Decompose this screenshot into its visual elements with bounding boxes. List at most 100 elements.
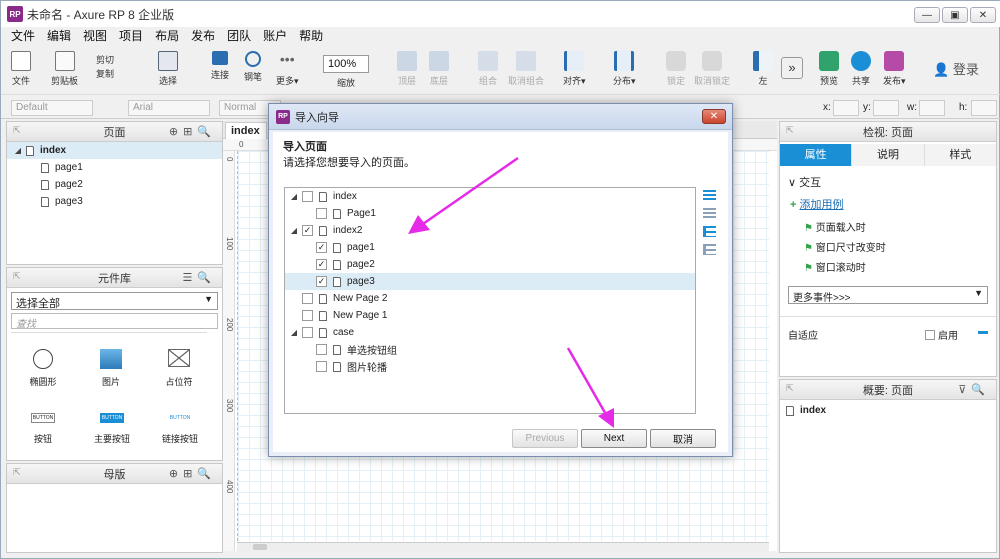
- copy-button[interactable]: 复制: [96, 67, 114, 80]
- tab-style[interactable]: 样式: [923, 144, 996, 166]
- import-checkbox[interactable]: [316, 344, 327, 355]
- import-row-index2-page2[interactable]: ✓ page2: [285, 256, 695, 273]
- close-window-button[interactable]: ✕: [970, 7, 996, 23]
- restore-button[interactable]: ▣: [942, 7, 968, 23]
- outline-actions[interactable]: ⊽🔍: [958, 383, 990, 396]
- import-checkbox[interactable]: [302, 191, 313, 202]
- more-tools-button[interactable]: ••• 更多▾: [276, 51, 299, 87]
- menu-edit[interactable]: 编辑: [47, 27, 71, 45]
- event-window-scroll[interactable]: ⚑ 窗口滚动时: [780, 254, 996, 274]
- menu-view[interactable]: 视图: [83, 27, 107, 45]
- widget-ellipse[interactable]: 椭圆形: [25, 349, 61, 388]
- lock-button[interactable]: 锁定: [666, 51, 686, 87]
- zoom-select[interactable]: 100% 缩放: [323, 55, 369, 89]
- w-field[interactable]: [919, 100, 945, 116]
- page-tree-item[interactable]: page1: [7, 159, 222, 176]
- menu-team[interactable]: 团队: [227, 27, 251, 45]
- widget-link-button[interactable]: BUTTON 链接按钮: [155, 413, 205, 445]
- page-tree-item[interactable]: page3: [7, 193, 222, 210]
- event-page-load[interactable]: ⚑ 页面载入时: [780, 212, 996, 234]
- unlock-button[interactable]: 取消锁定: [694, 51, 730, 87]
- widget-button[interactable]: BUTTON 按钮: [23, 413, 63, 445]
- menu-help[interactable]: 帮助: [299, 27, 323, 45]
- add-case-link[interactable]: + 添加用例: [780, 190, 996, 212]
- ungroup-button[interactable]: 取消组合: [508, 51, 544, 87]
- menu-file[interactable]: 文件: [11, 27, 35, 45]
- import-checkbox[interactable]: ✓: [302, 225, 313, 236]
- import-checkbox[interactable]: ✓: [316, 259, 327, 270]
- select-tool[interactable]: 选择: [158, 51, 178, 87]
- tab-notes[interactable]: 说明: [851, 144, 924, 166]
- import-row-index2-page1[interactable]: ✓ page1: [285, 239, 695, 256]
- import-row-index[interactable]: ◢ index: [285, 188, 695, 205]
- expand-arrow-icon[interactable]: ◢: [289, 192, 299, 201]
- more-events-select[interactable]: 更多事件>>> ▼: [788, 286, 988, 304]
- menu-project[interactable]: 项目: [119, 27, 143, 45]
- page-tree-root[interactable]: ◢ index: [7, 142, 222, 159]
- pen-tool[interactable]: 钢笔: [244, 51, 262, 83]
- widget-placeholder[interactable]: 占位符: [159, 349, 199, 388]
- import-checkbox[interactable]: ✓: [316, 276, 327, 287]
- preview-button[interactable]: 预览: [819, 51, 839, 87]
- import-checkbox[interactable]: ✓: [316, 242, 327, 253]
- left-pane-button[interactable]: 左: [753, 51, 773, 87]
- x-field[interactable]: [833, 100, 859, 116]
- pages-panel-actions[interactable]: ⊕⊞🔍: [169, 125, 216, 138]
- previous-button[interactable]: Previous: [512, 429, 578, 448]
- import-row-radio-group[interactable]: 单选按钮组: [285, 341, 695, 358]
- widget-image[interactable]: 图片: [93, 349, 129, 388]
- style-select[interactable]: Default: [11, 100, 93, 116]
- h-field[interactable]: [971, 100, 997, 116]
- group-button[interactable]: 组合: [478, 51, 498, 87]
- paste-button[interactable]: 剪贴板: [51, 51, 78, 87]
- expand-arrow-icon[interactable]: ◢: [13, 146, 23, 155]
- next-button[interactable]: Next: [581, 429, 647, 448]
- import-checkbox[interactable]: [316, 361, 327, 372]
- widget-primary-button[interactable]: BUTTON 主要按钮: [87, 413, 137, 445]
- dialog-close-button[interactable]: ✕: [702, 109, 726, 124]
- menu-account[interactable]: 账户: [263, 27, 287, 45]
- send-bottom-button[interactable]: 底层: [429, 51, 449, 87]
- import-row-index2-page3[interactable]: ✓ page3: [285, 273, 695, 290]
- horizontal-scrollbar[interactable]: [237, 542, 769, 551]
- login-button[interactable]: 👤 登录: [933, 59, 979, 78]
- import-row-case[interactable]: ◢ case: [285, 324, 695, 341]
- file-button[interactable]: 文件: [11, 51, 31, 87]
- adaptive-settings-icon[interactable]: ▬: [978, 326, 988, 337]
- enable-checkbox[interactable]: 启用: [925, 327, 958, 342]
- font-select[interactable]: Arial: [128, 100, 210, 116]
- event-window-resize[interactable]: ⚑ 窗口尺寸改变时: [780, 234, 996, 254]
- menu-publish[interactable]: 发布: [191, 27, 215, 45]
- cancel-button[interactable]: 取消: [650, 429, 716, 448]
- uncheck-all-icon[interactable]: [703, 208, 716, 219]
- distribute-button[interactable]: 分布▾: [613, 51, 636, 87]
- menu-layout[interactable]: 布局: [155, 27, 179, 45]
- y-field[interactable]: [873, 100, 899, 116]
- expand-toolbar-button[interactable]: »: [781, 57, 803, 79]
- masters-panel-actions[interactable]: ⊕⊞🔍: [169, 467, 216, 480]
- scroll-thumb[interactable]: [253, 544, 267, 550]
- cut-button[interactable]: 剪切: [96, 53, 114, 66]
- connect-tool[interactable]: 连接: [211, 51, 229, 81]
- share-button[interactable]: 共享: [851, 51, 871, 87]
- import-checkbox[interactable]: [302, 310, 313, 321]
- align-button[interactable]: 对齐▾: [563, 51, 586, 87]
- library-select[interactable]: 选择全部 ▼: [11, 292, 218, 310]
- publish-button[interactable]: 发布▾: [883, 51, 906, 87]
- library-search-input[interactable]: 查找: [11, 313, 218, 330]
- import-row-new-page-2[interactable]: New Page 2: [285, 290, 695, 307]
- check-children-icon[interactable]: [703, 226, 716, 237]
- tab-index[interactable]: index: [225, 122, 267, 139]
- uncheck-children-icon[interactable]: [703, 244, 716, 255]
- page-tree-item[interactable]: page2: [7, 176, 222, 193]
- import-checkbox[interactable]: [316, 208, 327, 219]
- minimize-button[interactable]: —: [914, 7, 940, 23]
- import-row-carousel[interactable]: 图片轮播: [285, 358, 695, 375]
- import-row-page1[interactable]: Page1: [285, 205, 695, 222]
- bring-top-button[interactable]: 顶层: [397, 51, 417, 87]
- expand-arrow-icon[interactable]: ◢: [289, 328, 299, 337]
- import-checkbox[interactable]: [302, 293, 313, 304]
- import-row-new-page-1[interactable]: New Page 1: [285, 307, 695, 324]
- check-all-icon[interactable]: [703, 190, 716, 201]
- interaction-section-title[interactable]: ∨ 交互: [780, 166, 996, 190]
